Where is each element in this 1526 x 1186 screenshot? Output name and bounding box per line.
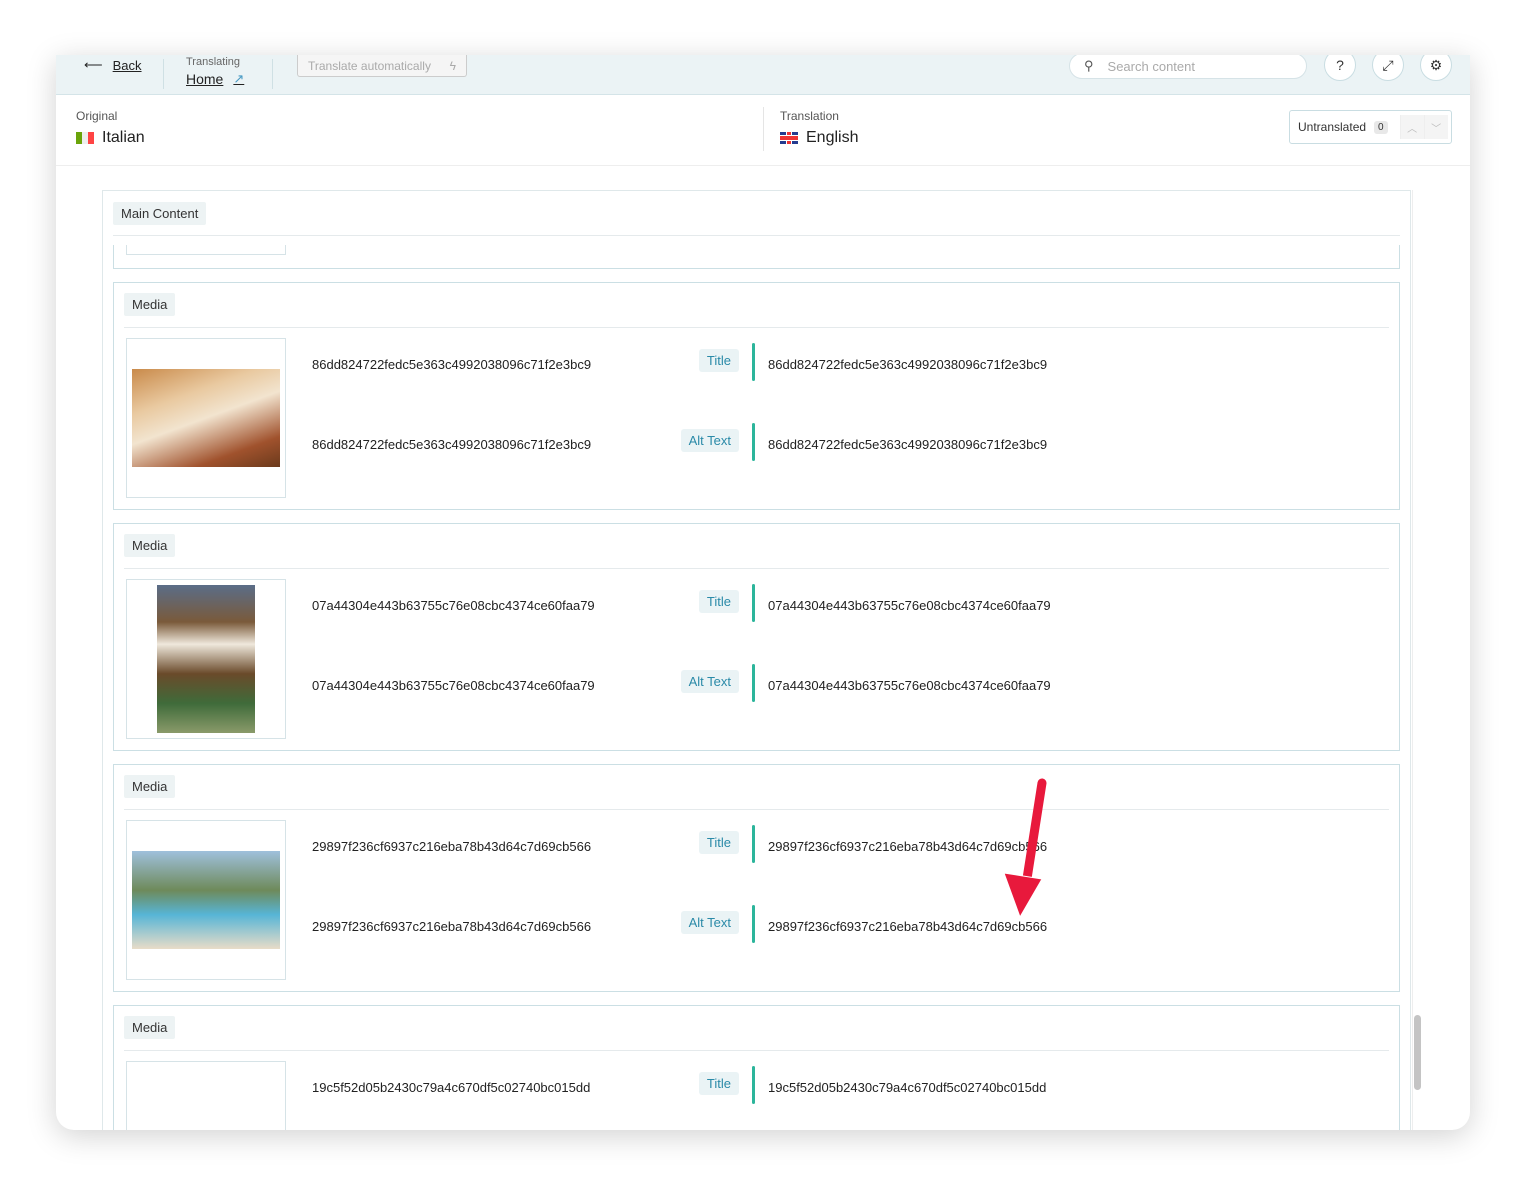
translation-input[interactable]: 07a44304e443b63755c76e08cbc4374ce60faa79 bbox=[768, 678, 1051, 693]
translation-bar bbox=[752, 1066, 755, 1104]
translation-input[interactable]: 86dd824722fedc5e363c4992038096c71f2e3bc9 bbox=[768, 437, 1047, 452]
arrow-left-icon: ⟵ bbox=[84, 57, 103, 72]
external-link-icon[interactable]: ↗ bbox=[233, 70, 244, 88]
media-card-partial bbox=[113, 245, 1400, 269]
media-card: Media 07a44304e443b63755c76e08cbc4374ce6… bbox=[113, 523, 1400, 751]
field-tag-alt: Alt Text bbox=[680, 670, 739, 693]
field-tag-title: Title bbox=[698, 349, 739, 372]
divider bbox=[113, 235, 1400, 236]
field-tag-title: Title bbox=[698, 831, 739, 854]
field-tag-title: Title bbox=[698, 1072, 739, 1095]
divider bbox=[124, 1050, 1389, 1051]
media-thumbnail[interactable] bbox=[126, 579, 286, 739]
translation-language: Translation English bbox=[780, 109, 859, 146]
untranslated-filter[interactable]: Untranslated 0 ︿ ﹀ bbox=[1289, 110, 1452, 144]
help-button[interactable]: ? bbox=[1324, 55, 1356, 81]
settings-button[interactable]: ⚙ bbox=[1420, 55, 1452, 81]
translating-label: Translating bbox=[186, 56, 241, 68]
divider bbox=[124, 809, 1389, 810]
divider bbox=[124, 568, 1389, 569]
translation-input[interactable]: 07a44304e443b63755c76e08cbc4374ce60faa79 bbox=[768, 598, 1051, 613]
search-icon: ⚲ bbox=[1084, 58, 1094, 73]
media-image bbox=[132, 369, 280, 467]
media-label: Media bbox=[124, 775, 176, 798]
scroll-track bbox=[1412, 190, 1413, 1130]
translation-bar bbox=[752, 664, 755, 702]
media-card: Media 86dd824722fedc5e363c4992038096c71f… bbox=[113, 282, 1400, 510]
divider bbox=[163, 59, 164, 89]
italy-flag-icon bbox=[76, 132, 94, 144]
media-thumbnail[interactable] bbox=[126, 1061, 286, 1130]
original-language: Original Italian bbox=[76, 109, 145, 146]
scrollbar-thumb[interactable] bbox=[1414, 1015, 1421, 1090]
media-label: Media bbox=[124, 534, 176, 557]
translate-automatically-button[interactable]: Translate automatically ϟ bbox=[297, 55, 467, 77]
divider bbox=[272, 59, 273, 89]
section-title: Main Content bbox=[113, 202, 207, 225]
translation-bar bbox=[752, 343, 755, 381]
search-input[interactable]: ⚲ Search content bbox=[1069, 55, 1307, 79]
translation-input[interactable]: 86dd824722fedc5e363c4992038096c71f2e3bc9 bbox=[768, 357, 1047, 372]
chevron-down-icon[interactable]: ﹀ bbox=[1423, 115, 1448, 139]
media-label: Media bbox=[124, 1016, 176, 1039]
gear-icon: ⚙ bbox=[1429, 56, 1443, 73]
field-tag-alt: Alt Text bbox=[680, 429, 739, 452]
help-icon: ? bbox=[1336, 57, 1344, 73]
lightning-icon: ϟ bbox=[449, 58, 456, 73]
field-tag-alt: Alt Text bbox=[680, 911, 739, 934]
chevron-up-icon[interactable]: ︿ bbox=[1399, 115, 1424, 139]
media-image bbox=[157, 585, 255, 733]
divider bbox=[763, 107, 764, 151]
media-image bbox=[132, 851, 280, 949]
field-tag-title: Title bbox=[698, 590, 739, 613]
top-bar: ⟵ Back Translating Home ↗ Translate automa… bbox=[56, 55, 1470, 95]
translation-input[interactable]: 19c5f52d05b2430c79a4c670df5c02740bc015dd bbox=[768, 1080, 1046, 1095]
page-link[interactable]: Home ↗ bbox=[186, 70, 244, 88]
translation-bar bbox=[752, 825, 755, 863]
uk-flag-icon bbox=[780, 132, 798, 144]
untranslated-count: 0 bbox=[1374, 120, 1388, 134]
media-card: Media 19c5f52d05b2430c79a4c670df5c02740b… bbox=[113, 1005, 1400, 1130]
expand-icon: ⤢ bbox=[1382, 56, 1394, 73]
translation-window: ⟵ Back Translating Home ↗ Translate automa… bbox=[56, 55, 1470, 1130]
translation-bar bbox=[752, 584, 755, 622]
media-thumbnail[interactable] bbox=[126, 338, 286, 498]
translation-bar bbox=[752, 905, 755, 943]
media-card: Media 29897f236cf6937c216eba78b43d64c7d6… bbox=[113, 764, 1400, 992]
media-thumbnail[interactable] bbox=[126, 820, 286, 980]
media-label: Media bbox=[124, 293, 176, 316]
divider bbox=[124, 327, 1389, 328]
expand-button[interactable]: ⤢ bbox=[1372, 55, 1404, 81]
translation-bar bbox=[752, 423, 755, 461]
annotation-arrow-icon bbox=[1003, 778, 1047, 919]
back-button[interactable]: ⟵ Back bbox=[84, 57, 142, 73]
media-thumbnail bbox=[126, 245, 286, 255]
